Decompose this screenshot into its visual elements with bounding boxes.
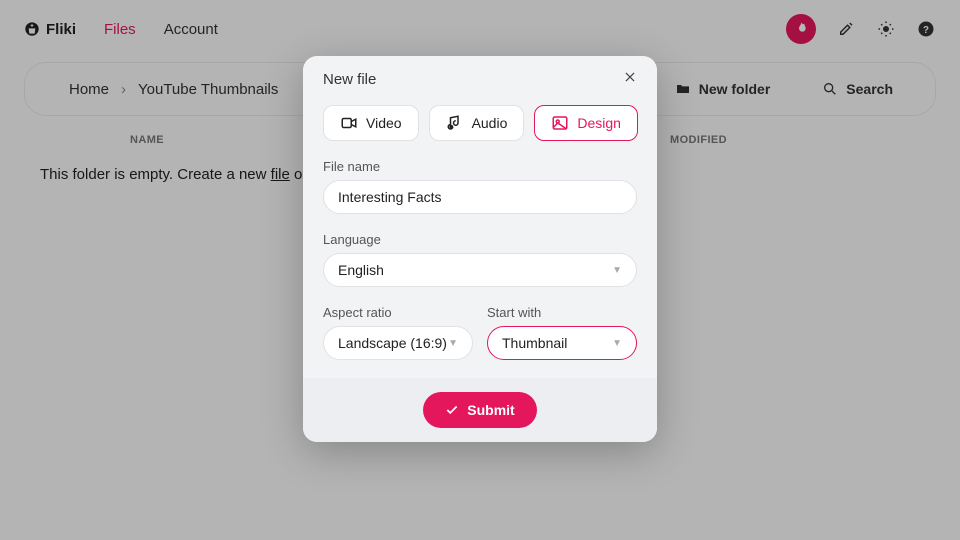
submit-button[interactable]: Submit bbox=[423, 392, 536, 428]
submit-label: Submit bbox=[467, 402, 514, 418]
language-label: Language bbox=[323, 232, 637, 247]
audio-icon bbox=[446, 114, 464, 132]
close-icon bbox=[623, 70, 637, 84]
startwith-label: Start with bbox=[487, 305, 637, 320]
modal-title: New file bbox=[323, 71, 376, 88]
tab-video[interactable]: Video bbox=[323, 105, 419, 141]
chevron-down-icon: ▼ bbox=[448, 338, 458, 349]
chevron-down-icon: ▼ bbox=[612, 338, 622, 349]
aspect-select[interactable]: Landscape (16:9) ▼ bbox=[323, 326, 473, 360]
new-file-modal: New file Video Audio Design F bbox=[303, 56, 657, 442]
design-icon bbox=[551, 114, 569, 132]
language-select[interactable]: English ▼ bbox=[323, 253, 637, 287]
filename-input[interactable] bbox=[323, 180, 637, 214]
chevron-down-icon: ▼ bbox=[612, 265, 622, 276]
tab-audio[interactable]: Audio bbox=[429, 105, 525, 141]
filename-label: File name bbox=[323, 159, 637, 174]
check-icon bbox=[445, 403, 459, 417]
startwith-select[interactable]: Thumbnail ▼ bbox=[487, 326, 637, 360]
modal-overlay: New file Video Audio Design F bbox=[0, 0, 960, 540]
video-icon bbox=[340, 114, 358, 132]
aspect-label: Aspect ratio bbox=[323, 305, 473, 320]
close-button[interactable] bbox=[623, 70, 637, 89]
type-tabs: Video Audio Design bbox=[323, 105, 637, 141]
tab-design[interactable]: Design bbox=[534, 105, 638, 141]
